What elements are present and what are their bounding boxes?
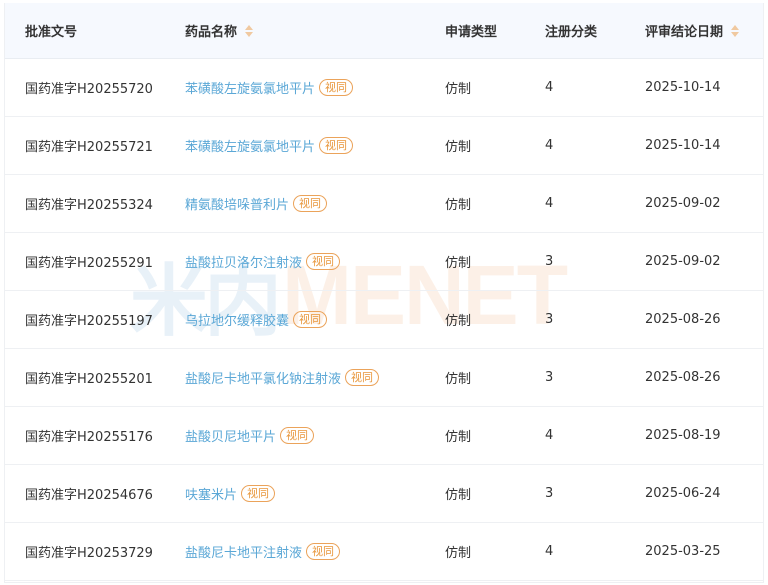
equivalence-badge: 视同 <box>306 543 341 560</box>
approval-no: 国药准字H20255201 <box>25 372 153 387</box>
table-row: 国药准字H20255720 苯磺酸左旋氨氯地平片 视同 仿制 4 2025-10-14 <box>5 59 763 117</box>
registration-class: 3 <box>545 254 554 269</box>
approval-no: 国药准字H20253729 <box>25 546 153 561</box>
drug-approval-table: 批准文号 药品名称 申请类型 注册分类 评审结论日期 国药准字H20255720… <box>4 3 764 583</box>
header-review-date-label: 评审结论日期 <box>645 25 724 40</box>
application-type: 仿制 <box>445 372 472 387</box>
header-review-date[interactable]: 评审结论日期 <box>645 21 740 40</box>
registration-class: 3 <box>545 312 554 327</box>
drug-name-link[interactable]: 盐酸拉贝洛尔注射液 <box>185 252 302 271</box>
application-type: 仿制 <box>445 314 472 329</box>
table-header: 批准文号 药品名称 申请类型 注册分类 评审结论日期 <box>5 3 763 59</box>
drug-name-cell: 盐酸尼卡地平氯化钠注射液 视同 <box>185 368 380 387</box>
table-row: 国药准字H20255197 乌拉地尔缓释胶囊 视同 仿制 3 2025-08-26 <box>5 291 763 349</box>
header-approval-no: 批准文号 <box>25 25 78 40</box>
table-row: 国药准字H20255721 苯磺酸左旋氨氯地平片 视同 仿制 4 2025-10-14 <box>5 117 763 175</box>
review-date: 2025-08-26 <box>645 370 721 385</box>
drug-name-cell: 盐酸拉贝洛尔注射液 视同 <box>185 252 341 271</box>
drug-name-cell: 精氨酸培哚普利片 视同 <box>185 194 328 213</box>
equivalence-badge: 视同 <box>345 369 380 386</box>
sort-icon[interactable] <box>245 24 254 37</box>
drug-name-link[interactable]: 盐酸尼卡地平注射液 <box>185 542 302 561</box>
application-type: 仿制 <box>445 256 472 271</box>
drug-name-cell: 苯磺酸左旋氨氯地平片 视同 <box>185 78 354 97</box>
equivalence-badge: 视同 <box>319 79 354 96</box>
table-row: 国药准字H20253729 盐酸尼卡地平注射液 视同 仿制 4 2025-03-25 <box>5 523 763 581</box>
review-date: 2025-09-02 <box>645 196 721 211</box>
registration-class: 4 <box>545 196 554 211</box>
table-row: 国药准字H20254676 呋塞米片 视同 仿制 3 2025-06-24 <box>5 465 763 523</box>
drug-name-cell: 苯磺酸左旋氨氯地平片 视同 <box>185 136 354 155</box>
equivalence-badge: 视同 <box>319 137 354 154</box>
approval-no: 国药准字H20255720 <box>25 82 153 97</box>
header-drug-name[interactable]: 药品名称 <box>185 21 254 40</box>
header-drug-name-label: 药品名称 <box>185 25 238 40</box>
equivalence-badge: 视同 <box>293 311 328 328</box>
review-date: 2025-10-14 <box>645 138 721 153</box>
approval-no: 国药准字H20255721 <box>25 140 153 155</box>
drug-name-link[interactable]: 乌拉地尔缓释胶囊 <box>185 310 289 329</box>
application-type: 仿制 <box>445 140 472 155</box>
review-date: 2025-09-02 <box>645 254 721 269</box>
review-date: 2025-03-25 <box>645 544 721 559</box>
application-type: 仿制 <box>445 198 472 213</box>
table-row: 国药准字H20255176 盐酸贝尼地平片 视同 仿制 4 2025-08-19 <box>5 407 763 465</box>
drug-name-link[interactable]: 苯磺酸左旋氨氯地平片 <box>185 136 315 155</box>
approval-no: 国药准字H20255197 <box>25 314 153 329</box>
equivalence-badge: 视同 <box>306 253 341 270</box>
approval-no: 国药准字H20255324 <box>25 198 153 213</box>
approval-no: 国药准字H20255291 <box>25 256 153 271</box>
approval-no: 国药准字H20254676 <box>25 488 153 503</box>
review-date: 2025-10-14 <box>645 80 721 95</box>
drug-name-link[interactable]: 盐酸贝尼地平片 <box>185 426 276 445</box>
registration-class: 4 <box>545 544 554 559</box>
registration-class: 4 <box>545 138 554 153</box>
equivalence-badge: 视同 <box>293 195 328 212</box>
table-body: 国药准字H20255720 苯磺酸左旋氨氯地平片 视同 仿制 4 2025-10-14 国药… <box>5 59 763 581</box>
drug-name-link[interactable]: 苯磺酸左旋氨氯地平片 <box>185 78 315 97</box>
sort-icon[interactable] <box>731 24 740 37</box>
application-type: 仿制 <box>445 488 472 503</box>
registration-class: 3 <box>545 486 554 501</box>
registration-class: 3 <box>545 370 554 385</box>
registration-class: 4 <box>545 428 554 443</box>
application-type: 仿制 <box>445 430 472 445</box>
approval-no: 国药准字H20255176 <box>25 430 153 445</box>
review-date: 2025-08-26 <box>645 312 721 327</box>
drug-name-cell: 呋塞米片 视同 <box>185 484 276 503</box>
application-type: 仿制 <box>445 546 472 561</box>
header-registration-class: 注册分类 <box>545 25 598 40</box>
drug-name-link[interactable]: 呋塞米片 <box>185 484 237 503</box>
drug-name-cell: 盐酸贝尼地平片 视同 <box>185 426 315 445</box>
header-application-type: 申请类型 <box>445 25 498 40</box>
equivalence-badge: 视同 <box>280 427 315 444</box>
review-date: 2025-06-24 <box>645 486 721 501</box>
drug-name-cell: 盐酸尼卡地平注射液 视同 <box>185 542 341 561</box>
drug-name-link[interactable]: 精氨酸培哚普利片 <box>185 194 289 213</box>
table-row: 国药准字H20255291 盐酸拉贝洛尔注射液 视同 仿制 3 2025-09-02 <box>5 233 763 291</box>
drug-name-cell: 乌拉地尔缓释胶囊 视同 <box>185 310 328 329</box>
application-type: 仿制 <box>445 82 472 97</box>
registration-class: 4 <box>545 80 554 95</box>
table-row: 国药准字H20255324 精氨酸培哚普利片 视同 仿制 4 2025-09-02 <box>5 175 763 233</box>
table-row: 国药准字H20255201 盐酸尼卡地平氯化钠注射液 视同 仿制 3 2025-08-26 <box>5 349 763 407</box>
equivalence-badge: 视同 <box>241 485 276 502</box>
drug-name-link[interactable]: 盐酸尼卡地平氯化钠注射液 <box>185 368 341 387</box>
review-date: 2025-08-19 <box>645 428 721 443</box>
